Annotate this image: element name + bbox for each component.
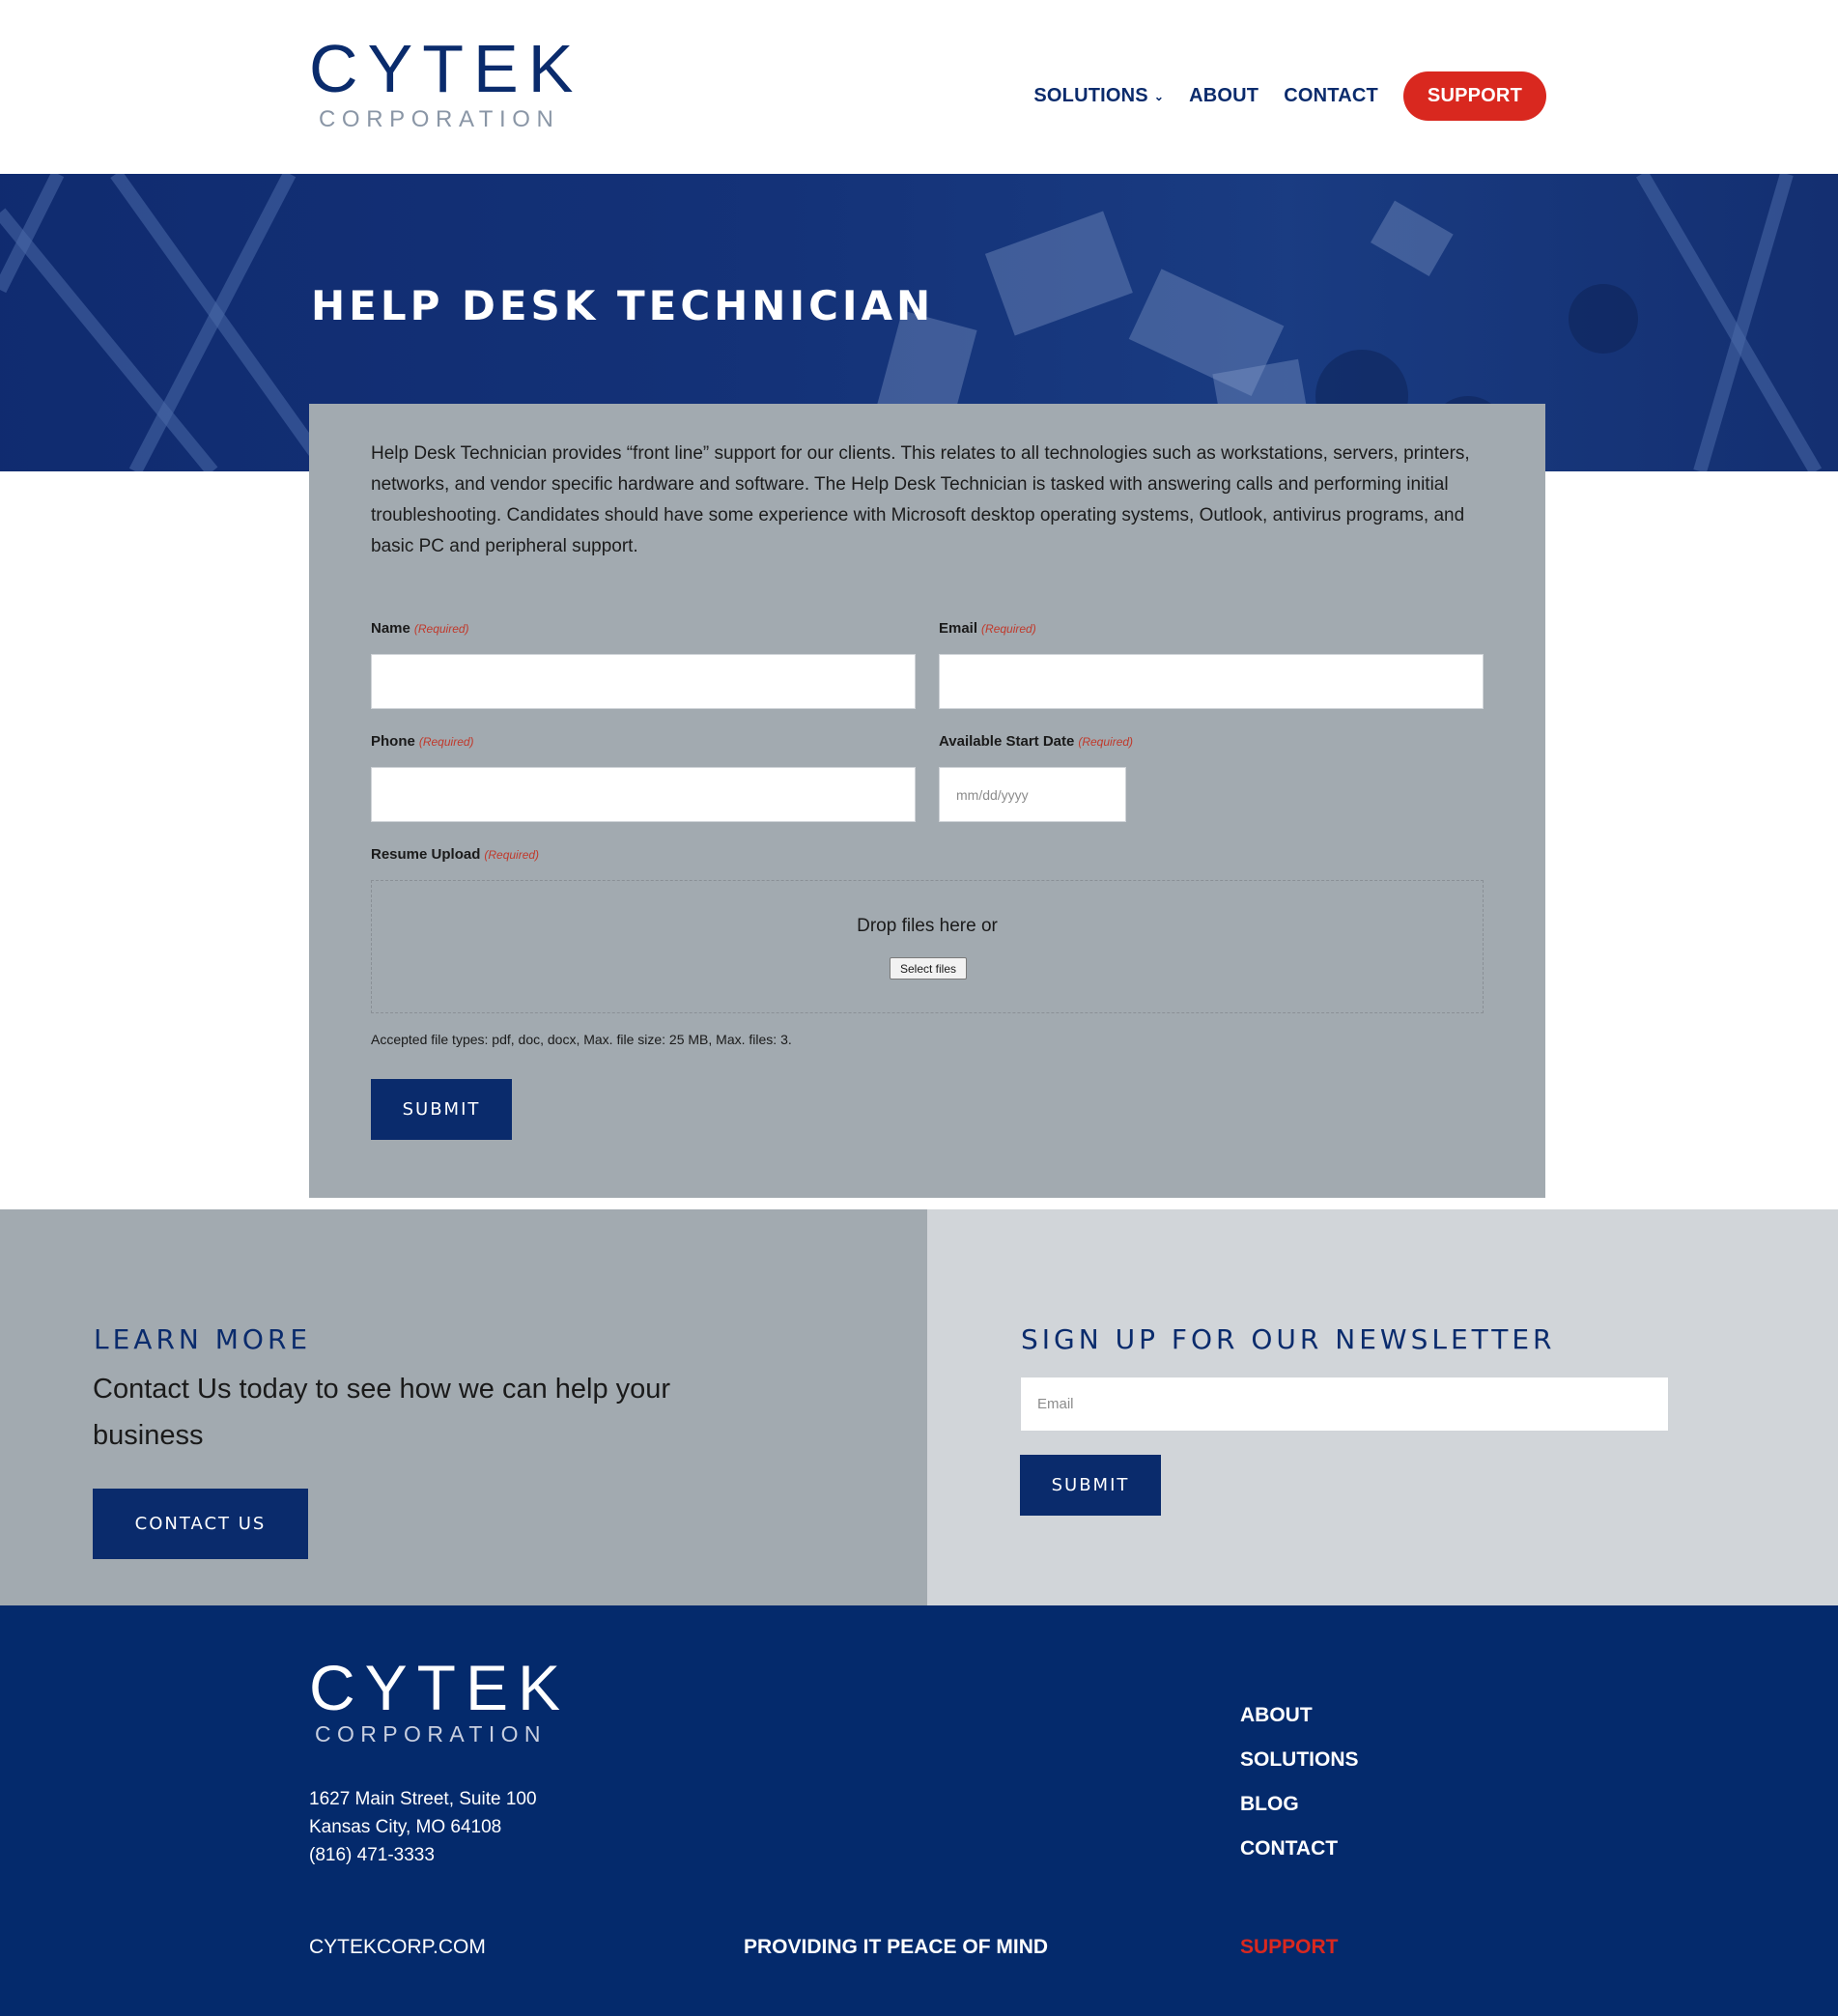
site-footer: CYTEK CORPORATION 1627 Main Street, Suit… [0,1605,1838,2016]
cytek-logo[interactable]: CYTEK CORPORATION [309,31,583,141]
contact-us-button[interactable]: CONTACT US [93,1489,308,1559]
nav-solutions-label: SOLUTIONS [1033,85,1148,106]
accepted-file-types: Accepted file types: pdf, doc, docx, Max… [371,1032,792,1047]
nav-about[interactable]: ABOUT [1189,85,1258,107]
newsletter-submit-button[interactable]: SUBMIT [1020,1455,1161,1516]
submit-application-button[interactable]: SUBMIT [371,1079,512,1140]
footer-link-blog[interactable]: BLOG [1240,1793,1359,1816]
chevron-down-icon: ⌄ [1153,89,1165,103]
footer-site-link[interactable]: CYTEKCORP.COM [309,1936,486,1959]
logo-subtitle: CORPORATION [319,106,560,132]
footer-tagline: PROVIDING IT PEACE OF MIND [744,1936,1049,1958]
required-indicator: (Required) [1078,735,1134,749]
start-date-field[interactable]: mm/dd/yyyy [939,767,1126,822]
required-indicator: (Required) [418,735,474,749]
footer-link-solutions[interactable]: SOLUTIONS [1240,1748,1359,1772]
start-date-label-text: Available Start Date [939,733,1075,750]
contact-tagline: Contact Us today to see how we can help … [93,1374,671,1451]
learn-more-section: LEARN MORE Contact Us today to see how w… [0,1209,927,1605]
site-header: CYTEK CORPORATION SOLUTIONS ⌄ ABOUT CONT… [0,0,1838,174]
required-indicator: (Required) [413,622,469,636]
main-nav: SOLUTIONS ⌄ ABOUT CONTACT SUPPORT [1033,71,1546,121]
page-title: HELP DESK TECHNICIAN [311,282,935,329]
footer-logo[interactable]: CYTEK CORPORATION [309,1656,570,1747]
name-label: Name (Required) [371,620,469,637]
phone-label-text: Phone [371,733,415,750]
footer-address: 1627 Main Street, Suite 100 Kansas City,… [309,1785,537,1869]
phone-label: Phone (Required) [371,733,474,750]
learn-more-heading: LEARN MORE [94,1323,312,1355]
address-line2: Kansas City, MO 64108 [309,1817,502,1837]
start-date-label: Available Start Date (Required) [939,733,1133,750]
phone-field[interactable] [371,767,916,822]
name-label-text: Name [371,620,410,637]
job-description: Help Desk Technician provides “front lin… [371,443,1470,556]
nav-contact[interactable]: CONTACT [1284,85,1378,107]
footer-logo-wordmark: CYTEK [309,1652,571,1723]
nav-solutions[interactable]: SOLUTIONS ⌄ [1033,85,1164,107]
footer-links: ABOUT SOLUTIONS BLOG CONTACT [1240,1704,1359,1882]
resume-label-text: Resume Upload [371,846,481,863]
footer-link-about[interactable]: ABOUT [1240,1704,1359,1727]
footer-phone[interactable]: (816) 471-3333 [309,1841,537,1869]
address-line1: 1627 Main Street, Suite 100 [309,1789,537,1809]
resume-label: Resume Upload (Required) [371,846,539,863]
support-button[interactable]: SUPPORT [1402,71,1546,121]
email-label-text: Email [939,620,978,637]
dropzone-text: Drop files here or [857,916,998,936]
footer-support-link[interactable]: SUPPORT [1240,1936,1339,1959]
resume-dropzone[interactable]: Drop files here or Select files [371,880,1484,1013]
newsletter-section: SIGN UP FOR OUR NEWSLETTER Email SUBMIT [927,1209,1838,1605]
job-application-card: Help Desk Technician provides “front lin… [309,404,1545,1198]
newsletter-email-field[interactable]: Email [1020,1377,1669,1432]
select-files-button[interactable]: Select files [890,957,967,980]
newsletter-heading: SIGN UP FOR OUR NEWSLETTER [1021,1323,1556,1355]
footer-link-contact[interactable]: CONTACT [1240,1837,1359,1860]
logo-wordmark: CYTEK [309,31,583,106]
required-indicator: (Required) [484,848,540,862]
email-field[interactable] [939,654,1484,709]
footer-logo-subtitle: CORPORATION [315,1721,547,1746]
email-label: Email (Required) [939,620,1036,637]
required-indicator: (Required) [981,622,1036,636]
name-field[interactable] [371,654,916,709]
